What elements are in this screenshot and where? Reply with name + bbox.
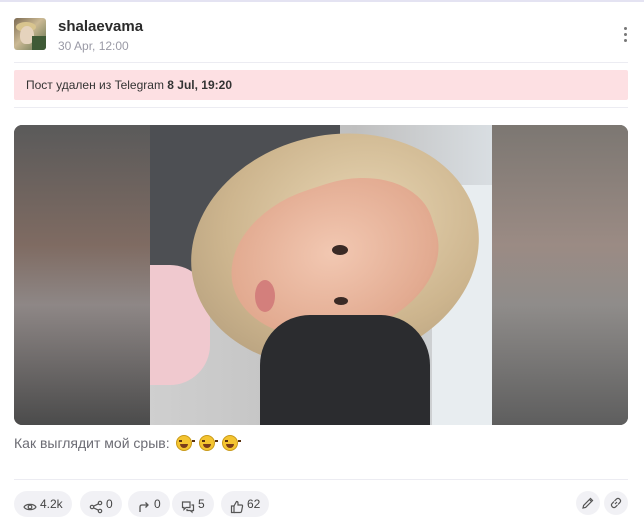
- share-icon: [89, 497, 103, 514]
- laughing-emoji-icon: [176, 435, 196, 451]
- laughing-emoji-icon: [199, 435, 219, 451]
- post-card: shalaevama 30 Apr, 12:00 Пост удален из …: [0, 0, 644, 524]
- divider: [14, 479, 628, 480]
- forwards-stat[interactable]: 0: [128, 491, 170, 517]
- copy-link-button[interactable]: [604, 491, 628, 515]
- pencil-icon: [582, 497, 594, 509]
- reactions-count: 62: [247, 497, 261, 511]
- comments-stat[interactable]: 5: [172, 491, 214, 517]
- forward-icon: [137, 497, 151, 512]
- edit-button[interactable]: [576, 491, 600, 515]
- photo-blur-right: [492, 125, 628, 425]
- forwards-count: 0: [154, 497, 161, 511]
- thumbs-up-icon: [230, 497, 244, 514]
- channel-username[interactable]: shalaevama: [58, 18, 143, 35]
- post-header: shalaevama 30 Apr, 12:00: [14, 18, 630, 54]
- deleted-notice-date: 8 Jul, 19:20: [167, 78, 232, 92]
- laughing-emoji-icon: [222, 435, 242, 451]
- shares-stat[interactable]: 0: [80, 491, 122, 517]
- comments-icon: [181, 497, 195, 514]
- post-photo[interactable]: [14, 125, 628, 425]
- views-count: 4.2k: [40, 497, 63, 511]
- link-icon: [610, 497, 622, 509]
- avatar[interactable]: [14, 18, 46, 50]
- divider: [14, 107, 628, 108]
- deleted-notice: Пост удален из Telegram 8 Jul, 19:20: [14, 70, 628, 100]
- caption-text: Как выглядит мой срыв:: [14, 435, 170, 451]
- divider: [14, 62, 628, 63]
- views-stat[interactable]: 4.2k: [14, 491, 72, 517]
- post-datetime: 30 Apr, 12:00: [58, 39, 129, 53]
- photo-image: [150, 125, 492, 425]
- shares-count: 0: [106, 497, 113, 511]
- eye-icon: [23, 497, 37, 511]
- comments-count: 5: [198, 497, 205, 511]
- reactions-stat[interactable]: 62: [221, 491, 270, 517]
- more-vertical-icon[interactable]: [620, 24, 630, 46]
- post-caption: Как выглядит мой срыв:: [14, 435, 242, 451]
- photo-blur-left: [14, 125, 150, 425]
- deleted-notice-text: Пост удален из Telegram: [26, 78, 164, 92]
